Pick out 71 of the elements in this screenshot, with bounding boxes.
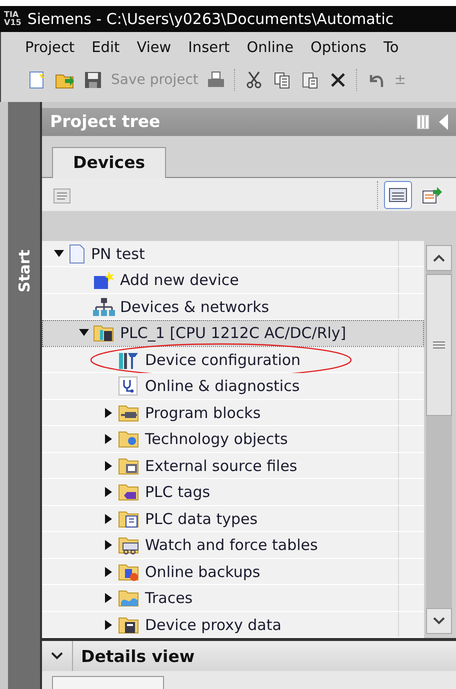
stethoscope-icon [118,376,140,396]
tree-item[interactable]: PLC_1 [CPU 1212C AC/DC/Rly] [42,320,424,347]
tree-item[interactable]: PLC tags [42,479,424,506]
expand-arrow-icon[interactable] [105,460,113,471]
folder-icon [118,456,140,476]
menu-item[interactable]: Options [310,40,366,64]
tab[interactable]: Devices [52,146,166,178]
scroll-up-button[interactable] [426,244,452,271]
list-icon[interactable] [389,188,407,202]
collapse-panel-icon[interactable] [439,114,448,130]
tree-item[interactable]: PLC data types [42,506,424,532]
chevron-up-icon[interactable] [433,254,445,262]
expand-arrow-icon[interactable] [105,408,113,418]
folder-icon [118,429,140,450]
folder-icon [118,482,140,502]
rail-label[interactable]: Start [15,250,33,292]
folder-icon [118,588,140,608]
details-tab[interactable] [52,676,164,689]
copy-icon[interactable] [272,70,292,90]
window-title: Siemens - C:\Users\y0263\Documents\Automatic [27,10,394,28]
folder-icon [118,562,140,582]
tree-item[interactable]: Program blocks [42,400,424,426]
tree-item[interactable]: External source files [42,452,424,480]
scrollbar-thumb[interactable] [426,274,452,416]
collapse-arrow-icon[interactable] [54,250,64,258]
tree-item[interactable]: Technology objects [42,426,424,453]
tree-item[interactable]: Device proxy data [42,612,424,638]
folder-icon [118,614,140,635]
folder-icon [118,535,140,556]
tree-item[interactable]: Devices & networks [42,294,424,320]
tree-item[interactable]: Add new device [42,267,424,294]
collapse-arrow-icon[interactable] [79,329,89,338]
start-rail[interactable]: Start [8,102,42,689]
menu-item[interactable]: Edit [92,40,120,64]
scroll-down-button[interactable] [426,608,452,634]
details-view-title: Details view [81,646,195,666]
menu-item[interactable]: View [136,40,172,64]
expand-arrow-icon[interactable] [105,620,113,630]
expand-arrow-icon[interactable] [105,434,113,444]
menu-item[interactable]: Online [246,40,294,64]
save-icon[interactable] [83,70,103,90]
menu-item[interactable]: Insert [188,40,230,64]
tree-item[interactable]: Device configuration [42,346,424,374]
panel-title: Project tree [50,112,160,132]
details-view-header[interactable]: Details view [42,638,456,672]
list-view-button[interactable] [384,180,412,209]
menu-item[interactable]: Project [25,40,75,64]
print-icon[interactable] [206,70,226,90]
menu-item[interactable]: To [383,40,399,64]
expand-arrow-icon[interactable] [105,487,113,498]
document-icon [68,244,86,264]
tree-item[interactable]: Traces [42,585,424,612]
new-project-icon[interactable] [27,70,47,90]
expand-arrow-icon[interactable] [105,593,113,604]
columns-icon[interactable] [417,114,429,129]
folder-icon [118,508,140,529]
chevron-down-icon[interactable] [51,652,63,660]
folder-icon [118,402,140,423]
tree-item[interactable]: Watch and force tables [42,532,424,559]
expand-arrow-icon[interactable] [105,540,113,550]
network-icon [93,296,115,317]
folder-icon [93,323,115,344]
paste-icon[interactable] [300,70,320,90]
app-logo: TIA V15 [4,11,22,27]
expand-arrow-icon[interactable] [105,514,113,524]
export-icon[interactable] [422,186,442,204]
expand-arrow-icon[interactable] [105,566,113,577]
tree-item[interactable]: PN test [42,240,424,268]
tree-item[interactable]: Online backups [42,558,424,586]
chevron-down-icon[interactable] [433,617,445,626]
tree-item[interactable]: Online & diagnostics [42,373,424,400]
